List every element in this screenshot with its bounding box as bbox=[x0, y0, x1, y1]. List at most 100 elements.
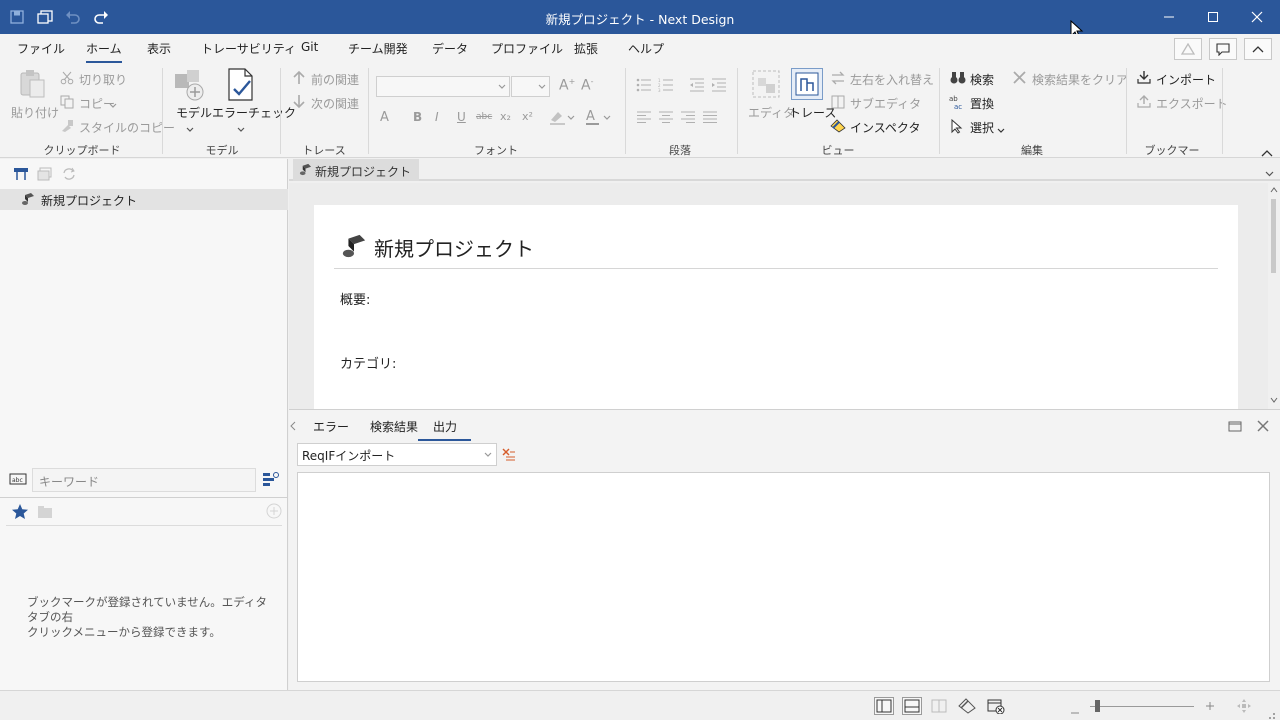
font-family-select[interactable] bbox=[376, 76, 510, 97]
group-label-view: ビュー bbox=[821, 144, 855, 157]
error-check-button[interactable]: エラーチェック bbox=[212, 104, 296, 121]
feedback-icon[interactable] bbox=[1209, 38, 1237, 60]
output-text-area[interactable] bbox=[297, 472, 1270, 682]
ribbon-collapse-icon[interactable] bbox=[1261, 146, 1273, 160]
panel-collapse-icon[interactable] bbox=[290, 420, 296, 434]
sub-editor-icon bbox=[831, 95, 845, 112]
tab-home[interactable]: ホーム bbox=[86, 40, 122, 63]
tab-extension[interactable]: 拡張 bbox=[574, 40, 598, 57]
clear-format-icon[interactable]: A bbox=[380, 110, 389, 125]
project-icon bbox=[340, 233, 368, 262]
tab-errors[interactable]: エラー bbox=[313, 418, 349, 435]
account-icon[interactable] bbox=[1174, 38, 1202, 60]
close-icon[interactable] bbox=[1235, 0, 1279, 34]
keyword-search-input[interactable]: キーワード bbox=[32, 468, 256, 492]
align-left-icon[interactable] bbox=[636, 111, 652, 126]
grow-font-icon[interactable]: A+ bbox=[559, 77, 575, 94]
tab-git[interactable]: Git bbox=[301, 40, 318, 54]
close-view-icon[interactable] bbox=[987, 698, 1005, 717]
copy-dropdown-icon[interactable] bbox=[109, 98, 117, 112]
document-tab[interactable]: 新規プロジェクト bbox=[293, 159, 420, 181]
collapse-ribbon-icon[interactable] bbox=[1244, 38, 1272, 60]
add-model-icon[interactable] bbox=[37, 167, 53, 184]
tab-team[interactable]: チーム開発 bbox=[348, 40, 408, 57]
close-panel-icon[interactable] bbox=[1257, 420, 1269, 435]
cut-button[interactable]: 切り取り bbox=[79, 71, 127, 88]
search-options-icon[interactable] bbox=[262, 471, 280, 490]
strikethrough-icon[interactable]: abc bbox=[476, 112, 492, 122]
clear-output-icon[interactable] bbox=[502, 448, 516, 465]
fit-to-window-icon[interactable] bbox=[1236, 698, 1252, 717]
tab-search-results[interactable]: 検索結果 bbox=[370, 418, 418, 435]
font-color-icon[interactable]: A bbox=[585, 108, 611, 129]
sync-icon[interactable] bbox=[62, 167, 76, 184]
layout-split-icon[interactable] bbox=[931, 699, 947, 716]
output-source-select[interactable]: ReqIFインポート bbox=[297, 443, 497, 466]
tab-profile[interactable]: プロファイル bbox=[491, 40, 563, 57]
import-button[interactable]: インポート bbox=[1156, 71, 1216, 88]
model-button[interactable]: モデル bbox=[176, 104, 212, 121]
inspector-button[interactable]: インスペクタ bbox=[850, 119, 920, 136]
add-bookmark-icon[interactable] bbox=[266, 503, 282, 522]
superscript-icon[interactable]: x² bbox=[522, 110, 533, 123]
highlight-icon[interactable] bbox=[549, 108, 575, 129]
star-icon[interactable] bbox=[11, 503, 29, 523]
hierarchy-icon[interactable] bbox=[13, 167, 29, 184]
underline-icon[interactable]: U bbox=[457, 110, 466, 124]
subscript-icon[interactable]: x₂ bbox=[500, 110, 511, 123]
decrease-indent-icon[interactable] bbox=[689, 78, 705, 95]
bookmark-folder-icon[interactable] bbox=[37, 505, 53, 522]
ribbon-separator bbox=[162, 68, 163, 154]
error-check-dropdown-icon[interactable] bbox=[237, 122, 245, 136]
align-right-icon[interactable] bbox=[680, 111, 696, 126]
tab-list-dropdown-icon[interactable] bbox=[1265, 166, 1274, 180]
copy-icon bbox=[60, 95, 74, 112]
layout-bottom-pane-icon[interactable] bbox=[902, 697, 922, 715]
select-dropdown-icon[interactable] bbox=[997, 123, 1005, 137]
bullet-list-icon[interactable] bbox=[636, 78, 652, 95]
clear-search-results-button[interactable]: 検索結果をクリア bbox=[1032, 71, 1128, 88]
maximize-icon[interactable] bbox=[1191, 0, 1235, 34]
editor-scrollbar[interactable] bbox=[1268, 183, 1280, 409]
zoom-in-icon[interactable] bbox=[1205, 700, 1215, 714]
search-button[interactable]: 検索 bbox=[970, 71, 994, 88]
tab-view[interactable]: 表示 bbox=[147, 40, 171, 57]
replace-button[interactable]: 置換 bbox=[970, 95, 994, 112]
svg-text:3: 3 bbox=[658, 88, 661, 92]
svg-text:ab: ab bbox=[949, 95, 958, 103]
font-size-select[interactable] bbox=[511, 76, 550, 97]
scissors-icon bbox=[60, 71, 74, 88]
swap-button[interactable]: 左右を入れ替え bbox=[850, 71, 934, 88]
minimize-icon[interactable] bbox=[1147, 0, 1191, 34]
title-bar: 新規プロジェクト - Next Design bbox=[0, 0, 1280, 40]
model-dropdown-icon[interactable] bbox=[186, 122, 194, 136]
numbered-list-icon[interactable]: 123 bbox=[658, 78, 674, 95]
paste-button[interactable]: 貼り付け bbox=[11, 104, 59, 121]
maximize-panel-icon[interactable] bbox=[1228, 421, 1242, 435]
sub-editor-button[interactable]: サブエディタ bbox=[850, 95, 921, 112]
style-copy-button[interactable]: スタイルのコピー bbox=[79, 119, 175, 136]
trace-icon bbox=[791, 68, 823, 100]
tab-data[interactable]: データ bbox=[432, 40, 468, 57]
zoom-slider-thumb[interactable] bbox=[1095, 700, 1100, 712]
shrink-font-icon[interactable]: A- bbox=[581, 77, 593, 94]
tab-traceability[interactable]: トレーサビリティ bbox=[201, 40, 296, 57]
increase-indent-icon[interactable] bbox=[711, 78, 727, 95]
ribbon: 貼り付け 切り取り コピー スタイルのコピー クリップボード モデル エラーチェ… bbox=[0, 64, 1280, 173]
italic-icon[interactable]: I bbox=[435, 110, 439, 124]
previous-relation-button[interactable]: 前の関連 bbox=[311, 71, 359, 88]
export-button[interactable]: エクスポート bbox=[1156, 95, 1228, 112]
tab-help[interactable]: ヘルプ bbox=[628, 40, 664, 57]
bold-icon[interactable]: B bbox=[413, 110, 422, 124]
justify-icon[interactable] bbox=[702, 111, 718, 126]
zoom-out-icon[interactable] bbox=[1070, 704, 1080, 718]
select-button[interactable]: 選択 bbox=[970, 119, 994, 136]
inspector-status-icon[interactable] bbox=[958, 698, 976, 717]
layout-left-pane-icon[interactable] bbox=[874, 697, 894, 715]
align-center-icon[interactable] bbox=[658, 111, 674, 126]
next-relation-button[interactable]: 次の関連 bbox=[311, 95, 359, 112]
tab-file[interactable]: ファイル bbox=[17, 40, 65, 57]
tree-item-root[interactable]: 新規プロジェクト bbox=[0, 189, 288, 210]
zoom-slider[interactable] bbox=[1090, 706, 1194, 707]
tab-output[interactable]: 出力 bbox=[418, 418, 472, 441]
